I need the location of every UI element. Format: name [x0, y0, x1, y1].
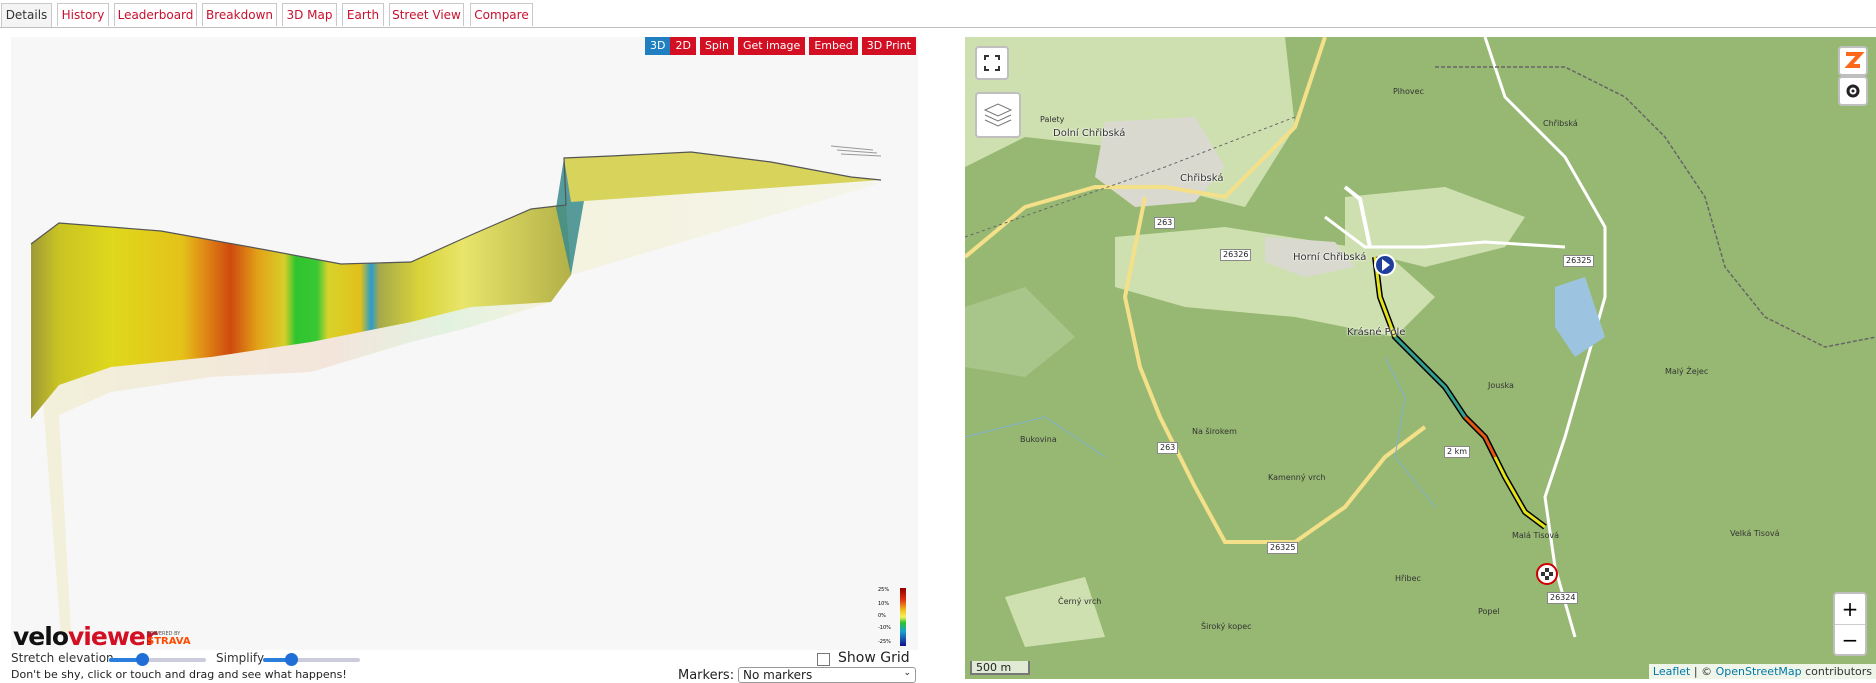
dimension-toggle: 3D 2D: [645, 37, 696, 55]
legend-label: -25%: [878, 639, 891, 645]
peak-label: Bukovina: [1020, 435, 1057, 444]
markers-select[interactable]: No markers ⌄: [738, 667, 916, 683]
road-number: 263: [1154, 217, 1176, 229]
spin-button[interactable]: Spin: [699, 37, 734, 55]
peak-label: Jouska: [1488, 381, 1514, 390]
peak-label: Malá Tisová: [1512, 531, 1560, 540]
interaction-hint: Don't be shy, click or touch and drag an…: [11, 668, 347, 681]
osm-link[interactable]: OpenStreetMap: [1716, 665, 1802, 678]
zwift-icon: [1844, 52, 1865, 68]
3d-print-button[interactable]: 3D Print: [861, 37, 916, 55]
embed-button[interactable]: Embed: [809, 37, 858, 55]
peak-label: Malý Žejec: [1665, 367, 1709, 376]
2d-button[interactable]: 2D: [670, 37, 695, 55]
peak-label: Široký kopec: [1201, 622, 1252, 631]
elevation-controls: Stretch elevation Simplify Show Grid (): [11, 650, 918, 682]
tab-leaderboard[interactable]: Leaderboard: [114, 3, 197, 26]
get-image-button[interactable]: Get image: [737, 37, 806, 55]
place-label: Chřibská: [1180, 173, 1224, 184]
place-label: Horní Chřibská: [1293, 252, 1367, 263]
3d-button[interactable]: 3D: [645, 37, 671, 55]
strava-label: STRAVA: [147, 636, 191, 647]
peak-label: Hřibec: [1395, 574, 1421, 583]
slider-knob[interactable]: [285, 653, 298, 666]
fullscreen-button[interactable]: [975, 46, 1009, 80]
place-label: Chřibská: [1543, 119, 1578, 128]
logo-part: velo: [13, 622, 69, 650]
fullscreen-icon: [984, 55, 1000, 71]
chevron-down-icon: ⌄: [903, 668, 911, 678]
stretch-elevation-slider[interactable]: [109, 653, 206, 666]
tab-details[interactable]: Details: [1, 3, 52, 27]
elevation-profile-graphic: [30, 145, 882, 637]
peak-label: Na širokem: [1192, 427, 1237, 436]
view-toolbar: 3D 2D Spin Get image Embed 3D Print: [645, 37, 916, 55]
peak-label: Palety: [1040, 115, 1065, 124]
zoom-in-button[interactable]: +: [1835, 594, 1865, 625]
zoom-out-button[interactable]: −: [1835, 625, 1865, 655]
simplify-label: Simplify: [216, 651, 265, 665]
legend-label: 10%: [878, 601, 890, 607]
veloviewer-logo: veloviewer: [13, 622, 157, 650]
road-number: 26325: [1563, 255, 1595, 267]
simplify-slider[interactable]: [263, 653, 360, 666]
tab-earth[interactable]: Earth: [342, 3, 384, 26]
zoom-control: + −: [1833, 592, 1867, 656]
map-scale: 500 m: [970, 661, 1030, 675]
settings-button[interactable]: [1838, 76, 1868, 106]
tab-compare[interactable]: Compare: [470, 3, 533, 26]
logo-part: viewer: [68, 622, 157, 650]
strava-badge: POWERED BY STRAVA: [147, 631, 191, 647]
zwift-button[interactable]: [1838, 46, 1868, 76]
place-label: Krásné Pole: [1347, 327, 1406, 338]
elevation-3d-view[interactable]: 3D 2D Spin Get image Embed 3D Print 25% …: [11, 37, 918, 650]
peak-label: Černý vrch: [1058, 597, 1102, 606]
tab-bar: Details History Leaderboard Breakdown 3D…: [0, 0, 1876, 28]
leaflet-link[interactable]: Leaflet: [1653, 665, 1690, 678]
slider-knob[interactable]: [136, 653, 149, 666]
road-number: 26326: [1220, 249, 1252, 261]
legend-label: 0%: [878, 613, 886, 619]
stretch-elevation-label: Stretch elevation: [11, 651, 114, 665]
route-map[interactable]: Dolní Chřibská Chřibská Horní Chřibská K…: [965, 37, 1876, 679]
legend-label: -10%: [878, 625, 891, 631]
attribution-suffix: contributors: [1801, 665, 1872, 678]
legend-label: 25%: [878, 587, 890, 593]
road-number: 26324: [1547, 592, 1579, 604]
tab-history[interactable]: History: [57, 3, 109, 26]
tab-breakdown[interactable]: Breakdown: [202, 3, 277, 26]
tab-street-view[interactable]: Street View: [389, 3, 464, 26]
show-grid-checkbox[interactable]: [817, 653, 830, 666]
layers-icon: [983, 103, 1013, 127]
peak-label: Kamenný vrch: [1268, 473, 1326, 482]
gradient-legend: 25% 10% 0% -10% -25%: [874, 587, 914, 647]
layers-button[interactable]: [975, 92, 1021, 138]
markers-label: Markers:: [678, 668, 735, 683]
peak-label: Velká Tisová: [1730, 529, 1780, 538]
road-number: 263: [1157, 442, 1179, 454]
gear-icon: [1846, 84, 1860, 98]
attribution-separator: | ©: [1690, 665, 1716, 678]
peak-label: Pihovec: [1393, 87, 1424, 96]
peak-label: Popel: [1478, 607, 1500, 616]
map-attribution: Leaflet | © OpenStreetMap contributors: [1648, 664, 1876, 679]
distance-marker: 2 km: [1444, 446, 1471, 458]
markers-select-value: No markers: [743, 668, 813, 682]
tab-3d-map[interactable]: 3D Map: [282, 3, 337, 26]
place-label: Dolní Chřibská: [1053, 128, 1126, 139]
road-number: 26325: [1267, 542, 1299, 554]
